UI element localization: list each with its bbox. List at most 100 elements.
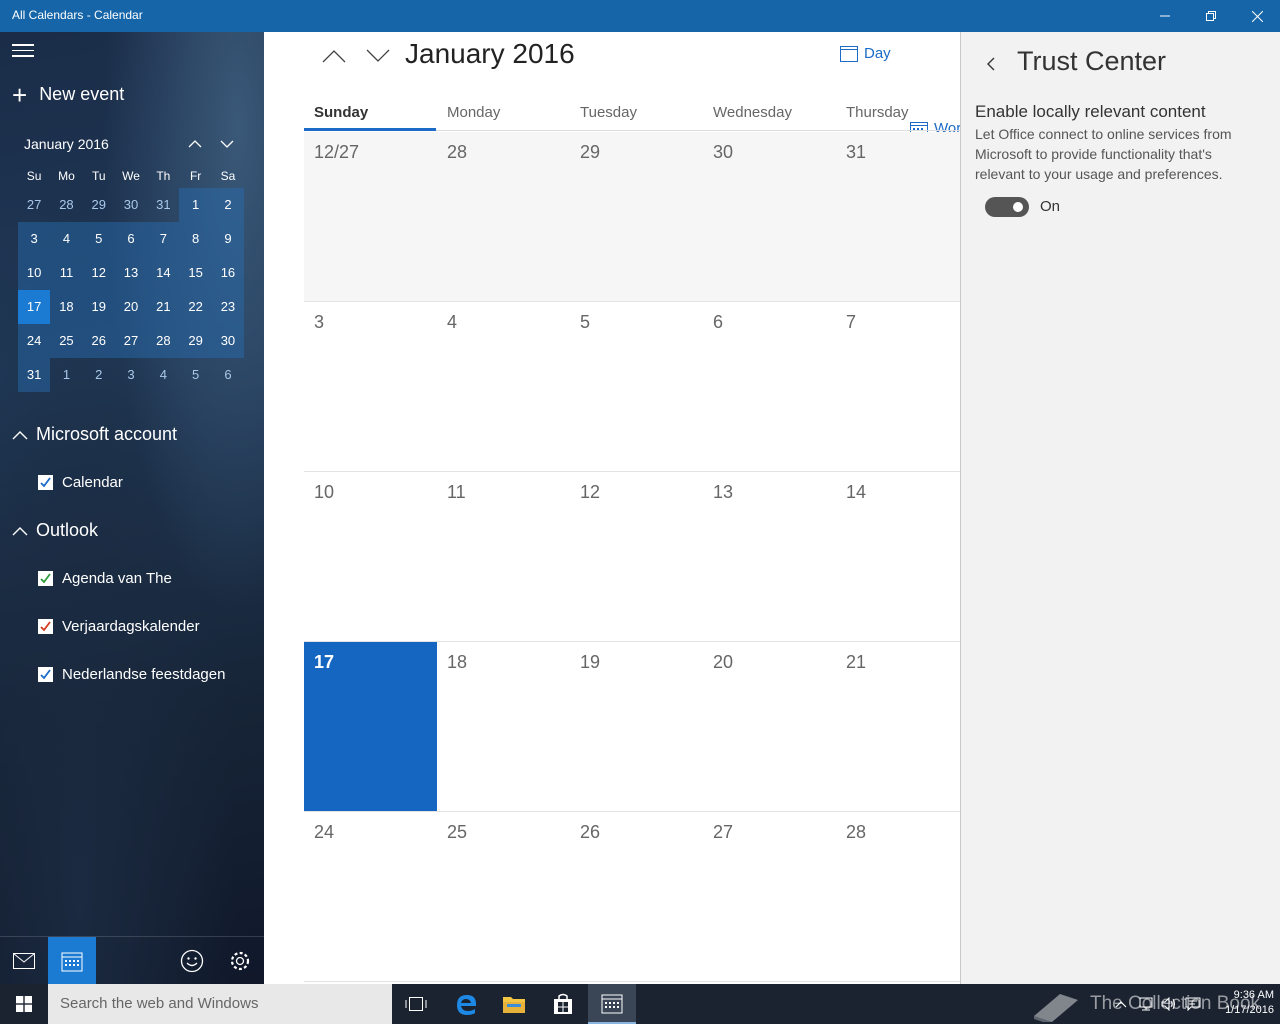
day-cell[interactable]: 21 xyxy=(836,642,960,811)
mini-calendar-day[interactable]: 2 xyxy=(211,188,245,222)
mini-calendar-day[interactable]: 6 xyxy=(212,358,244,392)
calendar-taskbar-button[interactable] xyxy=(588,984,636,1024)
mini-calendar-day[interactable]: 9 xyxy=(211,222,245,256)
mini-calendar-day[interactable]: 31 xyxy=(147,188,179,222)
show-hidden-icons-button[interactable] xyxy=(1112,996,1130,1012)
close-button[interactable] xyxy=(1234,0,1280,32)
calendar-item-agenda-van-the[interactable]: Agenda van The xyxy=(38,570,172,587)
mini-calendar-title[interactable]: January 2016 xyxy=(24,136,109,152)
mini-calendar-day[interactable]: 14 xyxy=(147,256,180,290)
day-cell[interactable]: 28 xyxy=(836,812,960,981)
checkbox-checked-icon[interactable] xyxy=(38,475,53,490)
mini-calendar-day[interactable]: 12 xyxy=(82,256,115,290)
mini-calendar-day[interactable]: 28 xyxy=(147,324,180,358)
settings-button[interactable] xyxy=(216,937,264,985)
mini-calendar-day[interactable]: 10 xyxy=(18,256,51,290)
mini-calendar-day[interactable]: 30 xyxy=(211,324,245,358)
mini-calendar-day[interactable]: 25 xyxy=(50,324,83,358)
minimize-button[interactable] xyxy=(1142,0,1188,32)
day-cell[interactable]: 17 xyxy=(304,642,437,811)
day-cell[interactable]: 14 xyxy=(836,472,960,641)
day-cell[interactable]: 25 xyxy=(437,812,570,981)
mini-calendar-day[interactable]: 24 xyxy=(18,324,51,358)
mini-calendar-day[interactable]: 6 xyxy=(114,222,148,256)
file-explorer-button[interactable] xyxy=(490,984,538,1024)
mini-calendar-day[interactable]: 29 xyxy=(83,188,115,222)
mail-app-button[interactable] xyxy=(0,937,48,985)
feedback-button[interactable] xyxy=(168,937,216,985)
locally-relevant-content-toggle[interactable] xyxy=(985,197,1029,217)
day-view-button[interactable]: Day xyxy=(840,44,891,62)
mini-calendar-day[interactable]: 22 xyxy=(179,290,212,324)
day-cell[interactable]: 24 xyxy=(304,812,437,981)
checkbox-checked-icon[interactable] xyxy=(38,619,53,634)
mini-calendar-day[interactable]: 13 xyxy=(114,256,148,290)
outlook-account-group[interactable]: Outlook xyxy=(12,520,98,541)
mini-calendar-next-button[interactable] xyxy=(215,132,239,156)
day-cell[interactable]: 4 xyxy=(437,302,570,471)
mini-calendar-day[interactable]: 23 xyxy=(211,290,245,324)
checkbox-checked-icon[interactable] xyxy=(38,571,53,586)
mini-calendar-day[interactable]: 7 xyxy=(147,222,180,256)
mini-calendar-day[interactable]: 5 xyxy=(82,222,115,256)
day-cell[interactable]: 12/27 xyxy=(304,132,437,301)
hamburger-menu-icon[interactable] xyxy=(12,44,34,58)
calendar-item-verjaardagskalender[interactable]: Verjaardagskalender xyxy=(38,618,200,635)
next-month-button[interactable] xyxy=(360,42,396,70)
day-cell[interactable]: 30 xyxy=(703,132,836,301)
day-cell[interactable]: 26 xyxy=(570,812,703,981)
previous-month-button[interactable] xyxy=(316,42,352,70)
day-cell[interactable]: 20 xyxy=(703,642,836,811)
mini-calendar-day[interactable]: 15 xyxy=(179,256,212,290)
action-center-button[interactable] xyxy=(1184,996,1202,1012)
mini-calendar-day[interactable]: 1 xyxy=(179,188,212,222)
mini-calendar-day[interactable]: 11 xyxy=(50,256,83,290)
mini-calendar-day[interactable]: 3 xyxy=(115,358,147,392)
mini-calendar-day[interactable]: 5 xyxy=(179,358,211,392)
mini-calendar-day[interactable]: 8 xyxy=(179,222,212,256)
day-cell[interactable]: 12 xyxy=(570,472,703,641)
day-cell[interactable]: 28 xyxy=(437,132,570,301)
calendar-app-button[interactable] xyxy=(48,937,96,985)
mini-calendar-day[interactable]: 4 xyxy=(147,358,179,392)
calendar-item-calendar[interactable]: Calendar xyxy=(38,474,123,491)
mini-calendar-day[interactable]: 27 xyxy=(114,324,148,358)
clock[interactable]: 9:36 AM 1/17/2016 xyxy=(1210,988,1274,1018)
mini-calendar-day[interactable]: 26 xyxy=(82,324,115,358)
mini-calendar-day[interactable]: 17 xyxy=(18,290,51,324)
day-cell[interactable]: 10 xyxy=(304,472,437,641)
mini-calendar-day[interactable]: 2 xyxy=(83,358,115,392)
network-button[interactable] xyxy=(1138,996,1156,1012)
back-button[interactable] xyxy=(981,54,1001,74)
day-cell[interactable]: 3 xyxy=(304,302,437,471)
mini-calendar-day[interactable]: 16 xyxy=(211,256,245,290)
new-event-button[interactable]: + New event xyxy=(12,82,124,108)
day-cell[interactable]: 11 xyxy=(437,472,570,641)
day-cell[interactable]: 31 xyxy=(836,132,960,301)
day-cell[interactable]: 6 xyxy=(703,302,836,471)
day-cell[interactable]: 29 xyxy=(570,132,703,301)
microsoft-account-group[interactable]: Microsoft account xyxy=(12,424,177,445)
start-button[interactable] xyxy=(0,984,48,1024)
day-cell[interactable]: 5 xyxy=(570,302,703,471)
mini-calendar-day[interactable]: 30 xyxy=(115,188,147,222)
store-button[interactable] xyxy=(539,984,587,1024)
taskbar-search-box[interactable]: Search the web and Windows xyxy=(48,984,392,1024)
day-cell[interactable]: 7 xyxy=(836,302,960,471)
mini-calendar-day[interactable]: 27 xyxy=(18,188,50,222)
mini-calendar-day[interactable]: 18 xyxy=(50,290,83,324)
calendar-item-nederlandse-feestdagen[interactable]: Nederlandse feestdagen xyxy=(38,666,225,683)
mini-calendar-day[interactable]: 21 xyxy=(147,290,180,324)
mini-calendar-previous-button[interactable] xyxy=(183,132,207,156)
edge-browser-button[interactable] xyxy=(442,984,490,1024)
mini-calendar-day[interactable]: 31 xyxy=(18,358,51,392)
day-cell[interactable]: 27 xyxy=(703,812,836,981)
day-cell[interactable]: 18 xyxy=(437,642,570,811)
day-cell[interactable]: 13 xyxy=(703,472,836,641)
restore-button[interactable] xyxy=(1188,0,1234,32)
mini-calendar-day[interactable]: 29 xyxy=(179,324,212,358)
task-view-button[interactable] xyxy=(392,984,440,1024)
day-cell[interactable]: 19 xyxy=(570,642,703,811)
volume-button[interactable] xyxy=(1160,996,1178,1012)
mini-calendar-day[interactable]: 28 xyxy=(50,188,82,222)
